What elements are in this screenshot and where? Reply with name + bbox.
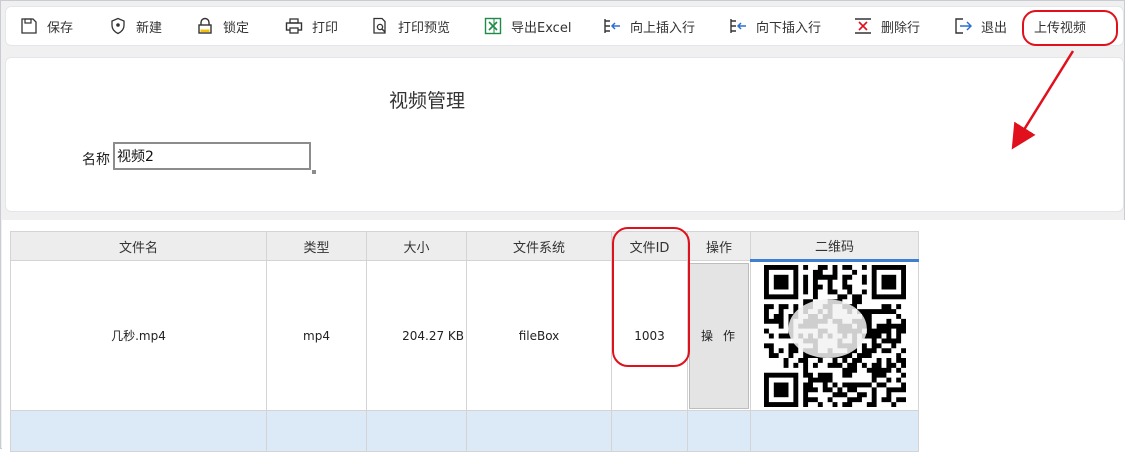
cell-file-id[interactable]: 1003 bbox=[611, 260, 688, 411]
exit-icon bbox=[955, 18, 972, 34]
empty-cell[interactable] bbox=[687, 410, 751, 452]
save-label: 保存 bbox=[47, 20, 74, 36]
empty-cell[interactable] bbox=[466, 410, 612, 452]
annotation-arrow bbox=[1011, 50, 1075, 150]
shield-plus-icon bbox=[111, 17, 125, 35]
window-frame: 保存 新建 锁定 打印 打印预览 导出Excel 向上插入行 向下插入行 删除行… bbox=[0, 0, 1125, 452]
delete-row-button[interactable]: 删除行 bbox=[854, 7, 920, 45]
delete-row-label: 删除行 bbox=[881, 20, 921, 36]
lock-button[interactable]: 锁定 bbox=[196, 7, 249, 45]
action-button[interactable]: 操作 bbox=[689, 262, 749, 409]
file-table: 文件名 类型 大小 文件系统 文件ID 操作 二维码 几秒.mp4 mp4 20… bbox=[10, 231, 919, 452]
empty-cell[interactable] bbox=[611, 410, 688, 452]
empty-cell[interactable] bbox=[266, 410, 367, 452]
cell-type[interactable]: mp4 bbox=[266, 260, 367, 411]
print-button[interactable]: 打印 bbox=[285, 7, 338, 45]
column-header-file-id[interactable]: 文件ID bbox=[611, 231, 688, 261]
insert-row-above-button[interactable]: 向上插入行 bbox=[603, 7, 695, 45]
delete-row-icon bbox=[855, 18, 871, 34]
exit-button[interactable]: 退出 bbox=[954, 7, 1007, 45]
grid-area: 文件名 类型 大小 文件系统 文件ID 操作 二维码 几秒.mp4 mp4 20… bbox=[2, 220, 1125, 452]
cell-filename[interactable]: 几秒.mp4 bbox=[10, 260, 267, 411]
column-header-filesystem[interactable]: 文件系统 bbox=[466, 231, 612, 261]
new-button[interactable]: 新建 bbox=[109, 7, 162, 45]
print-preview-icon bbox=[373, 17, 386, 34]
page-title: 视频管理 bbox=[389, 90, 466, 112]
new-label: 新建 bbox=[136, 20, 163, 36]
empty-cell[interactable] bbox=[366, 410, 467, 452]
cell-qrcode bbox=[750, 260, 919, 411]
column-header-type[interactable]: 类型 bbox=[266, 231, 367, 261]
column-header-action[interactable]: 操作 bbox=[687, 231, 751, 261]
column-header-filename[interactable]: 文件名 bbox=[10, 231, 267, 261]
save-button[interactable]: 保存 bbox=[20, 7, 73, 45]
print-preview-button[interactable]: 打印预览 bbox=[371, 7, 450, 45]
empty-cell[interactable] bbox=[750, 410, 919, 452]
form-panel: 视频管理 名称 bbox=[5, 57, 1124, 212]
exit-label: 退出 bbox=[981, 20, 1008, 36]
empty-cell[interactable] bbox=[10, 410, 267, 452]
cell-action: 操作 bbox=[687, 260, 751, 411]
excel-icon bbox=[484, 17, 502, 35]
table-row[interactable] bbox=[10, 410, 919, 452]
resize-handle[interactable] bbox=[312, 170, 316, 174]
insert-row-below-label: 向下插入行 bbox=[756, 20, 822, 36]
upload-video-button[interactable]: 上传视频 bbox=[1034, 7, 1086, 45]
insert-row-above-label: 向上插入行 bbox=[630, 20, 696, 36]
insert-row-above-icon bbox=[604, 19, 620, 33]
column-header-qrcode[interactable]: 二维码 bbox=[750, 231, 919, 262]
cell-filesystem[interactable]: fileBox bbox=[466, 260, 612, 411]
name-input[interactable] bbox=[113, 142, 311, 170]
table-header-row: 文件名 类型 大小 文件系统 文件ID 操作 二维码 bbox=[10, 231, 919, 262]
lock-label: 锁定 bbox=[223, 20, 250, 36]
column-header-size[interactable]: 大小 bbox=[366, 231, 467, 261]
export-excel-button[interactable]: 导出Excel bbox=[484, 7, 571, 45]
print-label: 打印 bbox=[312, 20, 339, 36]
cell-size[interactable]: 204.27 KB bbox=[366, 260, 467, 411]
table-row[interactable]: 几秒.mp4 mp4 204.27 KB fileBox 1003 操作 bbox=[10, 260, 919, 411]
upload-video-label: 上传视频 bbox=[1034, 20, 1087, 36]
export-excel-label: 导出Excel bbox=[511, 20, 572, 36]
print-preview-label: 打印预览 bbox=[398, 20, 451, 36]
insert-row-below-button[interactable]: 向下插入行 bbox=[729, 7, 821, 45]
name-label: 名称 bbox=[82, 152, 110, 168]
toolbar: 保存 新建 锁定 打印 打印预览 导出Excel 向上插入行 向下插入行 删除行… bbox=[5, 6, 1124, 46]
lock-icon bbox=[198, 17, 212, 34]
insert-row-below-icon bbox=[730, 19, 746, 33]
printer-icon bbox=[285, 18, 303, 34]
save-icon bbox=[21, 18, 37, 34]
qrcode-image[interactable] bbox=[763, 265, 906, 407]
